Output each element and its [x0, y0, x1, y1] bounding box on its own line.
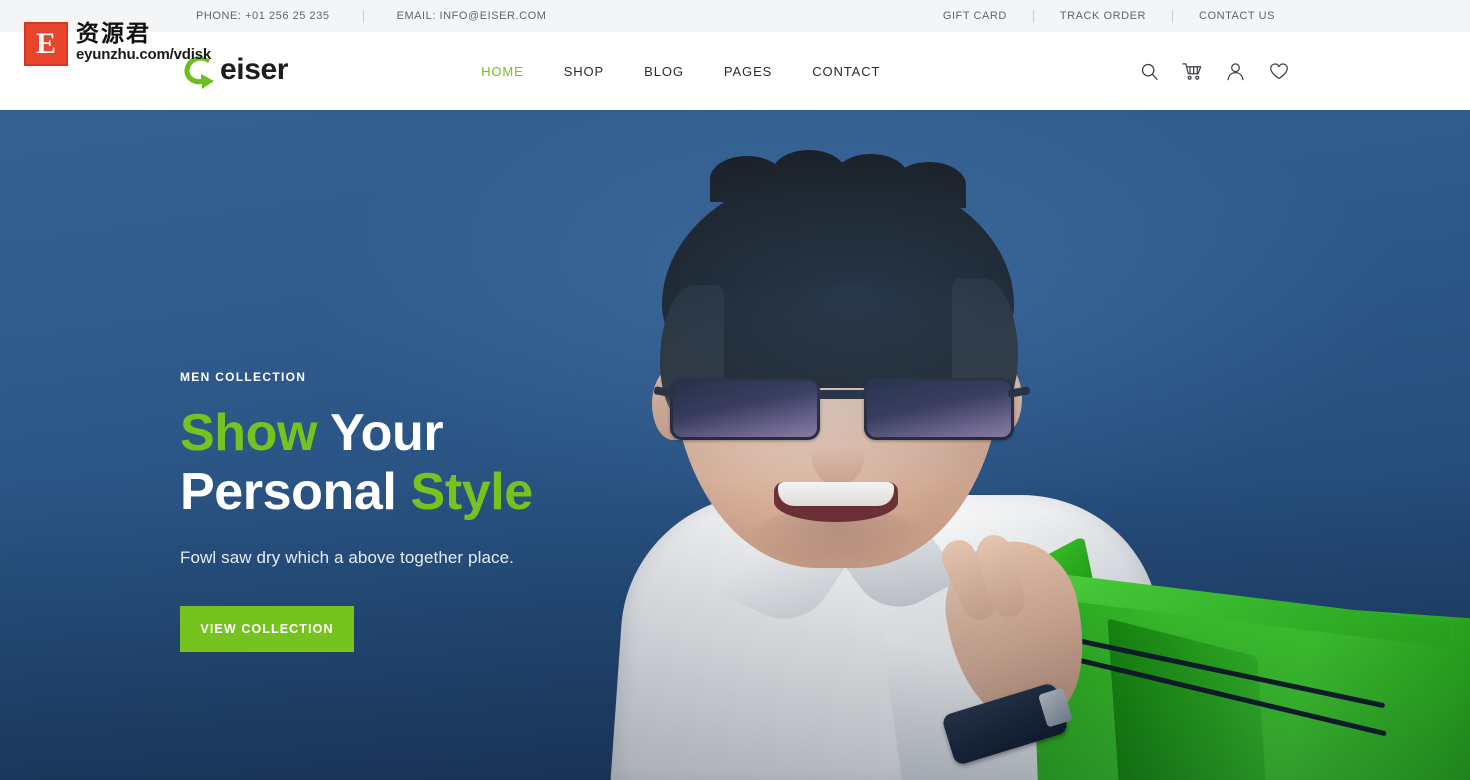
- brand-logo[interactable]: eiser: [180, 32, 288, 110]
- email-info: EMAIL: INFO@EISER.COM: [396, 10, 547, 22]
- sunglass-lens-right: [864, 378, 1014, 440]
- topbar-contact-group: PHONE: +01 256 25 235 EMAIL: INFO@EISER.…: [196, 9, 547, 23]
- topbar-divider: [1032, 9, 1034, 23]
- header-icon-group: [1139, 61, 1289, 82]
- model-smile: [774, 482, 898, 522]
- hero-title: Show Your Personal Style: [180, 404, 740, 522]
- phone-info: PHONE: +01 256 25 235: [196, 10, 330, 22]
- hair-spike: [892, 162, 966, 208]
- hero-title-word-1: Your: [330, 404, 444, 462]
- nav-item-pages[interactable]: PAGES: [704, 64, 792, 79]
- top-utility-bar: PHONE: +01 256 25 235 EMAIL: INFO@EISER.…: [0, 0, 1470, 32]
- contact-us-link[interactable]: CONTACT US: [1199, 10, 1275, 22]
- view-collection-button[interactable]: VIEW COLLECTION: [180, 606, 354, 652]
- nav-item-blog[interactable]: BLOG: [624, 64, 704, 79]
- topbar-divider: [362, 9, 364, 23]
- nav-item-home[interactable]: HOME: [461, 64, 544, 79]
- nav-item-contact[interactable]: CONTACT: [792, 64, 900, 79]
- topbar-divider: [1172, 9, 1173, 23]
- user-account-icon[interactable]: [1225, 61, 1246, 82]
- topbar-links-group: GIFT CARD TRACK ORDER CONTACT US: [943, 9, 1275, 23]
- hero-title-word-accent-1: Show: [180, 404, 318, 462]
- heart-wishlist-icon[interactable]: [1268, 61, 1289, 82]
- green-swoosh-arrow-icon: [180, 51, 218, 91]
- nav-item-shop[interactable]: SHOP: [544, 64, 624, 79]
- hero-subtitle: Fowl saw dry which a above together plac…: [180, 548, 514, 567]
- hero-eyebrow: MEN COLLECTION: [180, 370, 307, 384]
- model-teeth: [778, 482, 894, 506]
- sunglass-bridge: [818, 390, 866, 399]
- shopping-cart-icon[interactable]: [1182, 61, 1203, 82]
- hero-banner: MEN COLLECTION Show Your Personal Style …: [0, 110, 1470, 780]
- search-icon[interactable]: [1139, 61, 1160, 82]
- gift-card-link[interactable]: GIFT CARD: [943, 10, 1007, 22]
- hero-title-word-2: Personal: [180, 463, 397, 521]
- hero-title-word-accent-2: Style: [410, 463, 534, 521]
- hero-copy-block: MEN COLLECTION Show Your Personal Style …: [180, 370, 740, 652]
- track-order-link[interactable]: TRACK ORDER: [1060, 10, 1146, 22]
- main-navigation: HOME SHOP BLOG PAGES CONTACT: [461, 64, 900, 79]
- brand-name: eiser: [220, 53, 289, 86]
- site-header: eiser HOME SHOP BLOG PAGES CONTACT: [0, 32, 1470, 110]
